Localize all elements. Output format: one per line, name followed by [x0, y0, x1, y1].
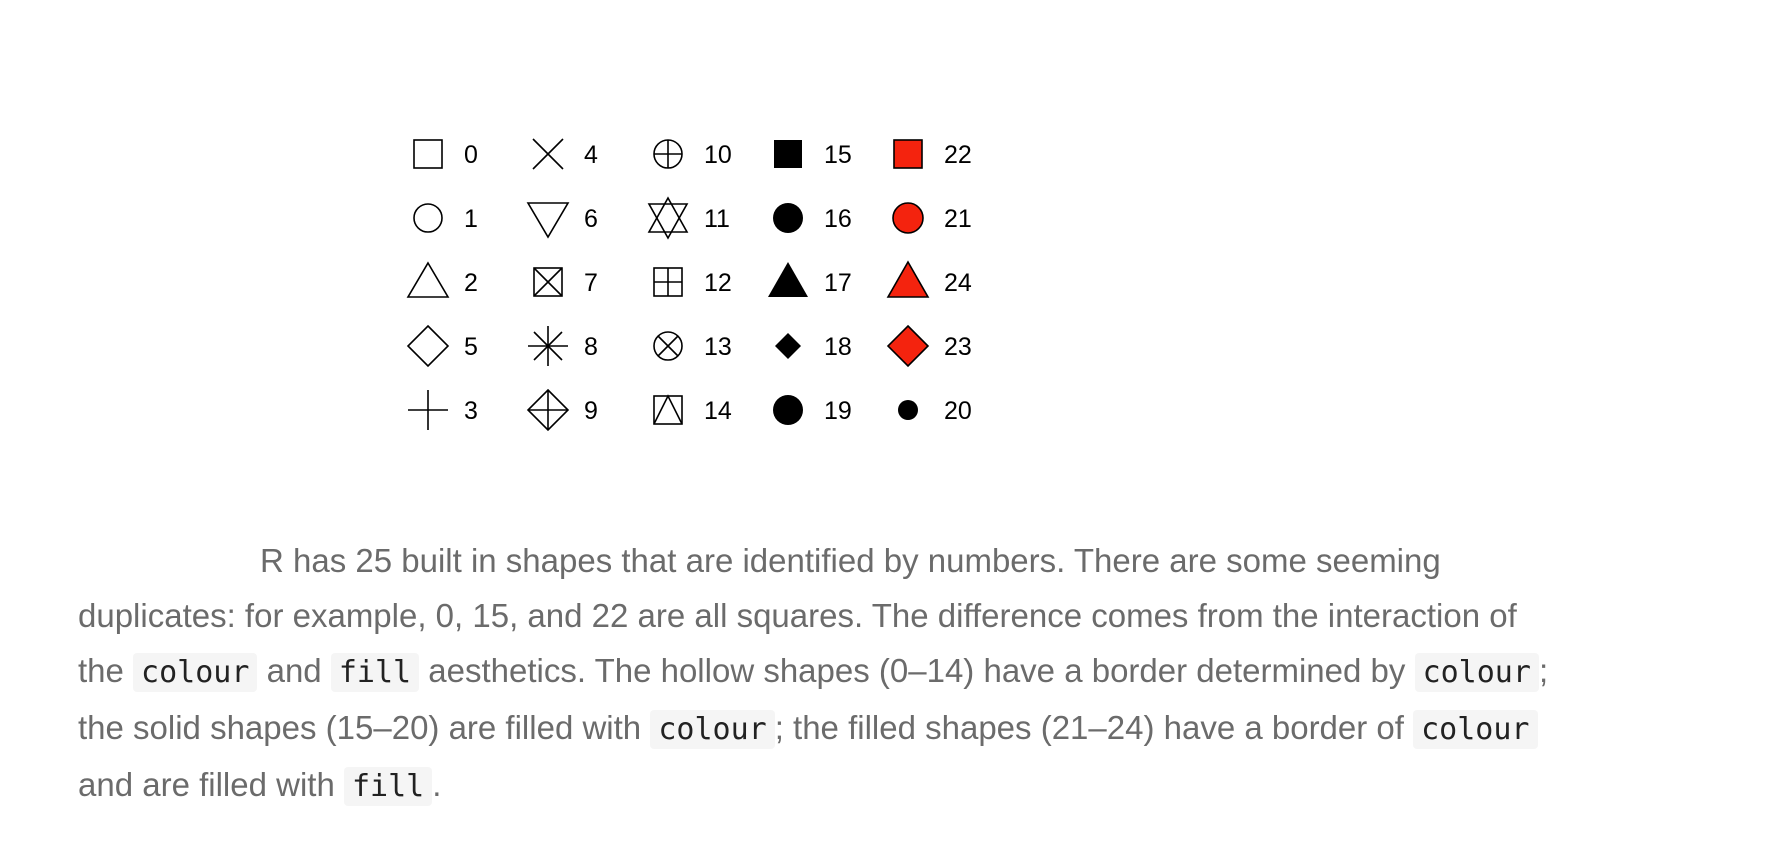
shape-17-triangle-solid-icon [768, 262, 808, 297]
shape-1-circle-open-icon [413, 203, 443, 233]
shape-4-cross-icon [532, 138, 564, 170]
shape-0-square-open-icon [413, 139, 443, 169]
shape-code-label: 21 [944, 205, 972, 233]
shape-code-label: 4 [584, 141, 598, 169]
shape-code-label: 0 [464, 141, 478, 169]
shape-code-label: 9 [584, 397, 598, 425]
caption-text: and are filled with [78, 766, 344, 803]
shape-7-square-cross-icon [533, 267, 563, 297]
caption-line-1: R has 25 built in shapes that are identi… [260, 542, 1441, 579]
shape-code-label: 14 [704, 397, 732, 425]
shape-code-label: 19 [824, 397, 852, 425]
shape-code-label: 23 [944, 333, 972, 361]
caption-text: the solid shapes (15–20) are filled with [78, 709, 651, 746]
caption-text: ; [1538, 652, 1549, 689]
shape-code-label: 22 [944, 141, 972, 169]
caption-text: ; the filled shapes (21–24) have a borde… [774, 709, 1414, 746]
shape-reference-figure: 0125346789101112131415161718192221242320 [406, 138, 972, 432]
shape-22-square-filled-icon [893, 139, 923, 169]
caption-line-2: duplicates: for example, 0, 15, and 22 a… [78, 597, 1517, 634]
caption-text: the [78, 652, 134, 689]
code-colour: colour [1413, 710, 1538, 749]
shape-code-label: 3 [464, 397, 478, 425]
shape-code-label: 2 [464, 269, 478, 297]
shape-21-circle-filled-icon [892, 202, 924, 234]
caption-line-4: the solid shapes (15–20) are filled with… [78, 700, 1728, 757]
shape-19-circle-solid-icon [773, 395, 803, 425]
shape-code-label: 17 [824, 269, 852, 297]
shape-11-star-of-david-icon [647, 196, 689, 240]
code-colour: colour [650, 710, 775, 749]
shape-18-diamond-solid-small-icon [775, 333, 801, 359]
code-fill: fill [343, 767, 433, 806]
caption-text: and [257, 652, 331, 689]
code-fill: fill [330, 653, 420, 692]
shape-code-label: 5 [464, 333, 478, 361]
caption-text: . [432, 766, 442, 803]
shape-23-diamond-filled-icon [886, 324, 930, 368]
shape-8-asterisk-icon [528, 326, 568, 366]
caption-line-5: and are filled with fill. [78, 757, 1728, 814]
shape-code-label: 8 [584, 333, 598, 361]
caption-text: aesthetics. The hollow shapes (0–14) hav… [419, 652, 1415, 689]
shape-9-diamond-plus-icon [526, 388, 570, 432]
shape-code-label: 20 [944, 397, 972, 425]
shape-code-label: 11 [704, 205, 730, 233]
shape-2-triangle-open-icon [406, 261, 450, 298]
shape-code-label: 7 [584, 269, 598, 297]
shape-code-label: 10 [704, 141, 732, 169]
code-colour: colour [1414, 653, 1539, 692]
shape-10-circle-plus-icon [653, 139, 683, 169]
shape-14-square-triangle-icon [653, 394, 683, 425]
shape-6-triangle-down-open-icon [526, 202, 570, 239]
caption-line-3: the colour and fill aesthetics. The holl… [78, 643, 1728, 700]
shape-20-circle-solid-small-icon [898, 400, 918, 420]
shape-3-plus-icon [408, 390, 448, 430]
shape-code-label: 18 [824, 333, 852, 361]
shape-code-label: 12 [704, 269, 732, 297]
code-colour: colour [133, 653, 258, 692]
shape-12-square-plus-icon [653, 267, 683, 297]
shape-15-square-solid-icon [774, 140, 802, 168]
shape-code-label: 13 [704, 333, 732, 361]
shape-16-circle-solid-icon [773, 203, 803, 233]
shape-code-label: 1 [464, 205, 478, 233]
shape-13-circle-cross-icon [653, 331, 683, 361]
shape-24-triangle-filled-icon [886, 260, 930, 298]
figure-caption: R has 25 built in shapes that are identi… [78, 533, 1728, 814]
shape-code-label: 16 [824, 205, 852, 233]
shape-code-label: 6 [584, 205, 598, 233]
shape-code-label: 15 [824, 141, 852, 169]
shape-code-label: 24 [944, 269, 972, 297]
shape-5-diamond-open-icon [406, 324, 450, 368]
